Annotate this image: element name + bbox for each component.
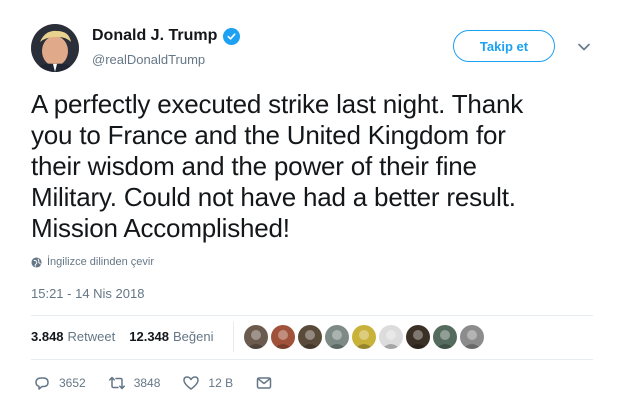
tweet-text: A perfectly executed strike last night. …: [31, 89, 524, 243]
retweets-label: Retweet: [67, 329, 116, 344]
reply-icon: [35, 377, 49, 390]
liker-avatar[interactable]: [352, 325, 376, 349]
translate-link[interactable]: İngilizce dilinden çevir: [31, 256, 154, 268]
retweets-stat[interactable]: 3.848 Retweet: [31, 329, 115, 344]
like-action[interactable]: 12 B: [182, 374, 233, 392]
divider: [31, 359, 593, 360]
heart-icon: [183, 376, 200, 390]
tweet-actions: 3652 3848 12 B: [33, 374, 273, 392]
author-handle[interactable]: @realDonaldTrump: [92, 52, 205, 67]
divider: [233, 322, 234, 352]
like-count: 12 B: [208, 376, 234, 390]
author-display-name[interactable]: Donald J. Trump: [92, 27, 217, 45]
liker-avatar[interactable]: [379, 325, 403, 349]
retweet-count: 3848: [133, 376, 161, 390]
author-name-row[interactable]: Donald J. Trump: [92, 27, 241, 45]
tweet-stats: 3.848 Retweet 12.348 Beğeni: [31, 329, 228, 344]
verified-badge-icon: [223, 27, 241, 45]
liker-avatar[interactable]: [325, 325, 349, 349]
chevron-down-icon[interactable]: [575, 38, 593, 56]
translate-label[interactable]: İngilizce dilinden çevir: [47, 256, 154, 268]
globe-icon: [31, 256, 42, 268]
liker-avatar[interactable]: [460, 325, 484, 349]
liker-avatars: [244, 325, 484, 349]
reply-action[interactable]: 3652: [33, 374, 86, 392]
author-avatar[interactable]: [31, 24, 79, 72]
direct-message-action[interactable]: [255, 374, 273, 392]
likes-count: 12.348: [129, 329, 170, 344]
retweet-action[interactable]: 3848: [108, 374, 161, 392]
reply-count: 3652: [59, 376, 86, 390]
liker-avatar[interactable]: [406, 325, 430, 349]
tweet-timestamp[interactable]: 15:21 - 14 Nis 2018: [31, 286, 144, 301]
retweet-icon: [108, 376, 125, 390]
retweets-count: 3.848: [31, 329, 64, 344]
follow-button[interactable]: Takip et: [453, 30, 555, 62]
liker-avatar[interactable]: [271, 325, 295, 349]
liker-avatar[interactable]: [433, 325, 457, 349]
liker-avatar[interactable]: [244, 325, 268, 349]
envelope-icon: [256, 377, 272, 389]
likes-stat[interactable]: 12.348 Beğeni: [129, 329, 213, 344]
liker-avatar[interactable]: [298, 325, 322, 349]
divider: [31, 315, 593, 316]
likes-label: Beğeni: [173, 329, 214, 344]
